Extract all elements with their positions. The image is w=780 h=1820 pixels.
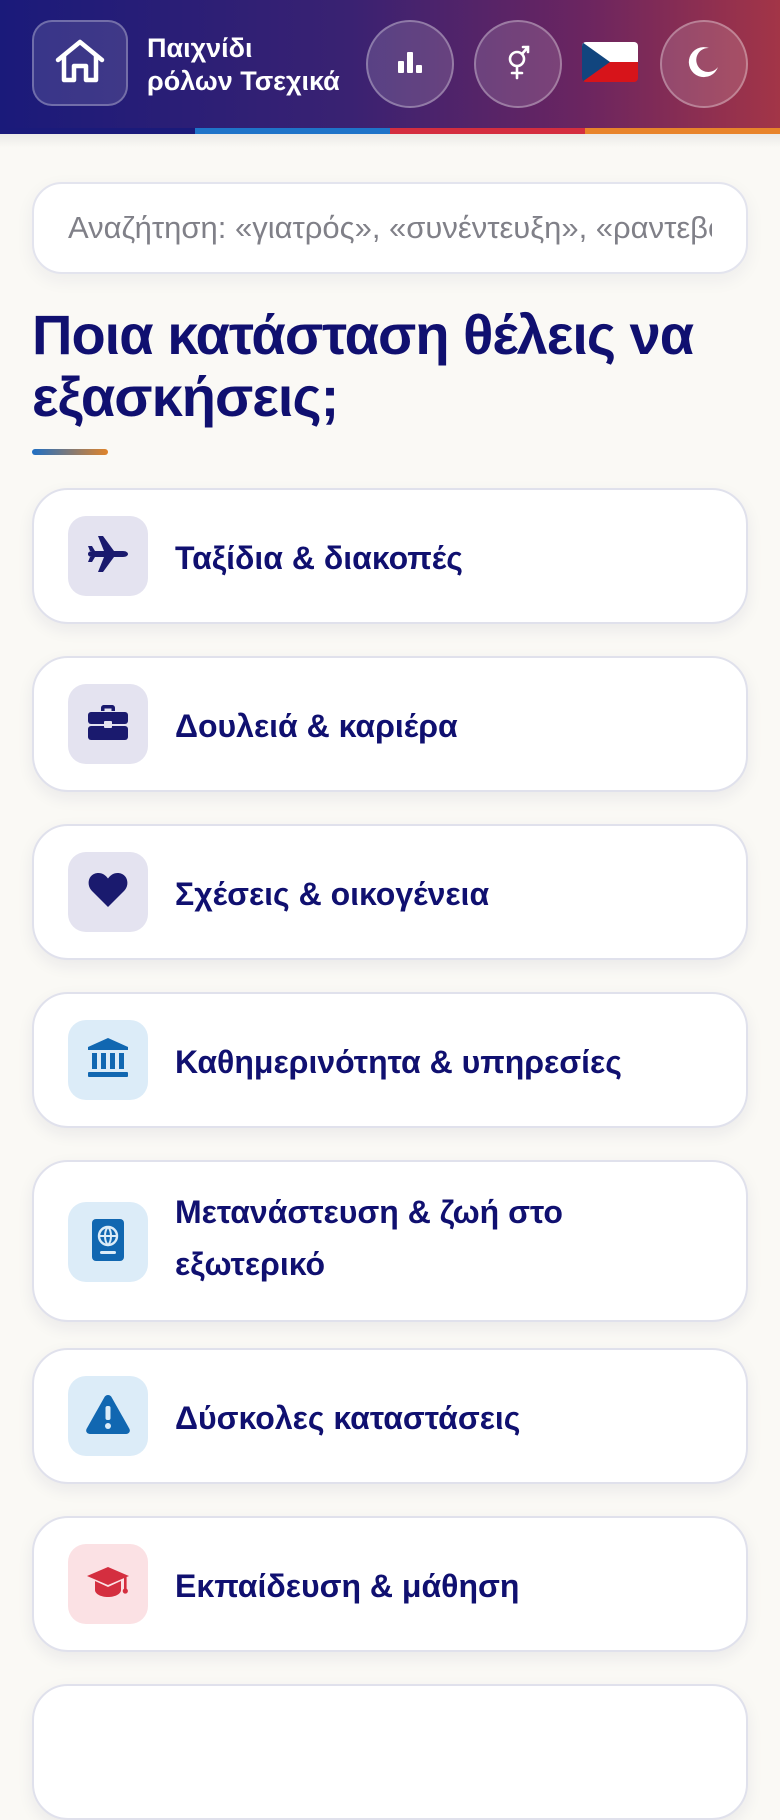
heart-icon xyxy=(87,871,129,914)
category-icon-box xyxy=(68,684,148,764)
page-title: Ποια κατάσταση θέλεις να εξασκήσεις; xyxy=(32,303,694,428)
search-input[interactable] xyxy=(66,209,714,247)
category-card-education[interactable]: Εκπαίδευση & μάθηση xyxy=(32,1516,748,1652)
category-icon-box xyxy=(68,1020,148,1100)
category-label: Σχέσεις & οικογένεια xyxy=(175,876,490,912)
category-icon-box xyxy=(68,1202,148,1282)
warning-icon xyxy=(85,1393,131,1440)
gender-icon xyxy=(505,43,531,86)
home-button[interactable] xyxy=(32,20,128,106)
language-flag[interactable] xyxy=(582,42,638,82)
home-icon xyxy=(54,38,106,89)
app-header: Παιχνίδι ρόλων Τσεχικά xyxy=(0,0,780,128)
airplane-icon xyxy=(86,534,130,579)
app-title-line1: Παιχνίδι xyxy=(147,33,253,63)
category-label: Δύσκολες καταστάσεις xyxy=(175,1400,521,1436)
app-title: Παιχνίδι ρόλων Τσεχικά xyxy=(147,32,357,98)
category-label: Ταξίδια & διακοπές xyxy=(175,540,463,576)
bar-chart-icon xyxy=(397,50,423,79)
gender-button[interactable] xyxy=(474,20,562,108)
category-icon-box xyxy=(68,1376,148,1456)
category-label: Δουλειά & καριέρα xyxy=(175,708,458,744)
category-card-difficult-situations[interactable]: Δύσκολες καταστάσεις xyxy=(32,1348,748,1484)
czech-flag-icon xyxy=(582,42,638,82)
briefcase-icon xyxy=(86,703,130,746)
category-label: Μετανάστευση & ζωή στο εξωτερικό xyxy=(175,1194,563,1282)
graduation-cap-icon xyxy=(85,1564,131,1605)
moon-icon xyxy=(687,45,721,84)
category-card-work[interactable]: Δουλειά & καριέρα xyxy=(32,656,748,792)
category-icon-box xyxy=(68,852,148,932)
category-card-travel[interactable]: Ταξίδια & διακοπές xyxy=(32,488,748,624)
bank-icon xyxy=(86,1037,130,1084)
category-card-relationships[interactable]: Σχέσεις & οικογένεια xyxy=(32,824,748,960)
title-underline xyxy=(32,449,108,455)
header-shadow xyxy=(0,134,780,148)
stats-button[interactable] xyxy=(366,20,454,108)
category-card-everyday[interactable]: Καθημερινότητα & υπηρεσίες xyxy=(32,992,748,1128)
category-label: Καθημερινότητα & υπηρεσίες xyxy=(175,1044,622,1080)
category-label: Εκπαίδευση & μάθηση xyxy=(175,1568,520,1604)
search-box[interactable] xyxy=(32,182,748,274)
category-icon-box xyxy=(68,516,148,596)
passport-icon xyxy=(90,1217,126,1268)
theme-toggle-button[interactable] xyxy=(660,20,748,108)
app-title-line2: ρόλων Τσεχικά xyxy=(147,66,340,96)
category-icon-box xyxy=(68,1544,148,1624)
category-card-migration[interactable]: Μετανάστευση & ζωή στο εξωτερικό xyxy=(32,1160,748,1322)
category-card-partial[interactable] xyxy=(32,1684,748,1820)
